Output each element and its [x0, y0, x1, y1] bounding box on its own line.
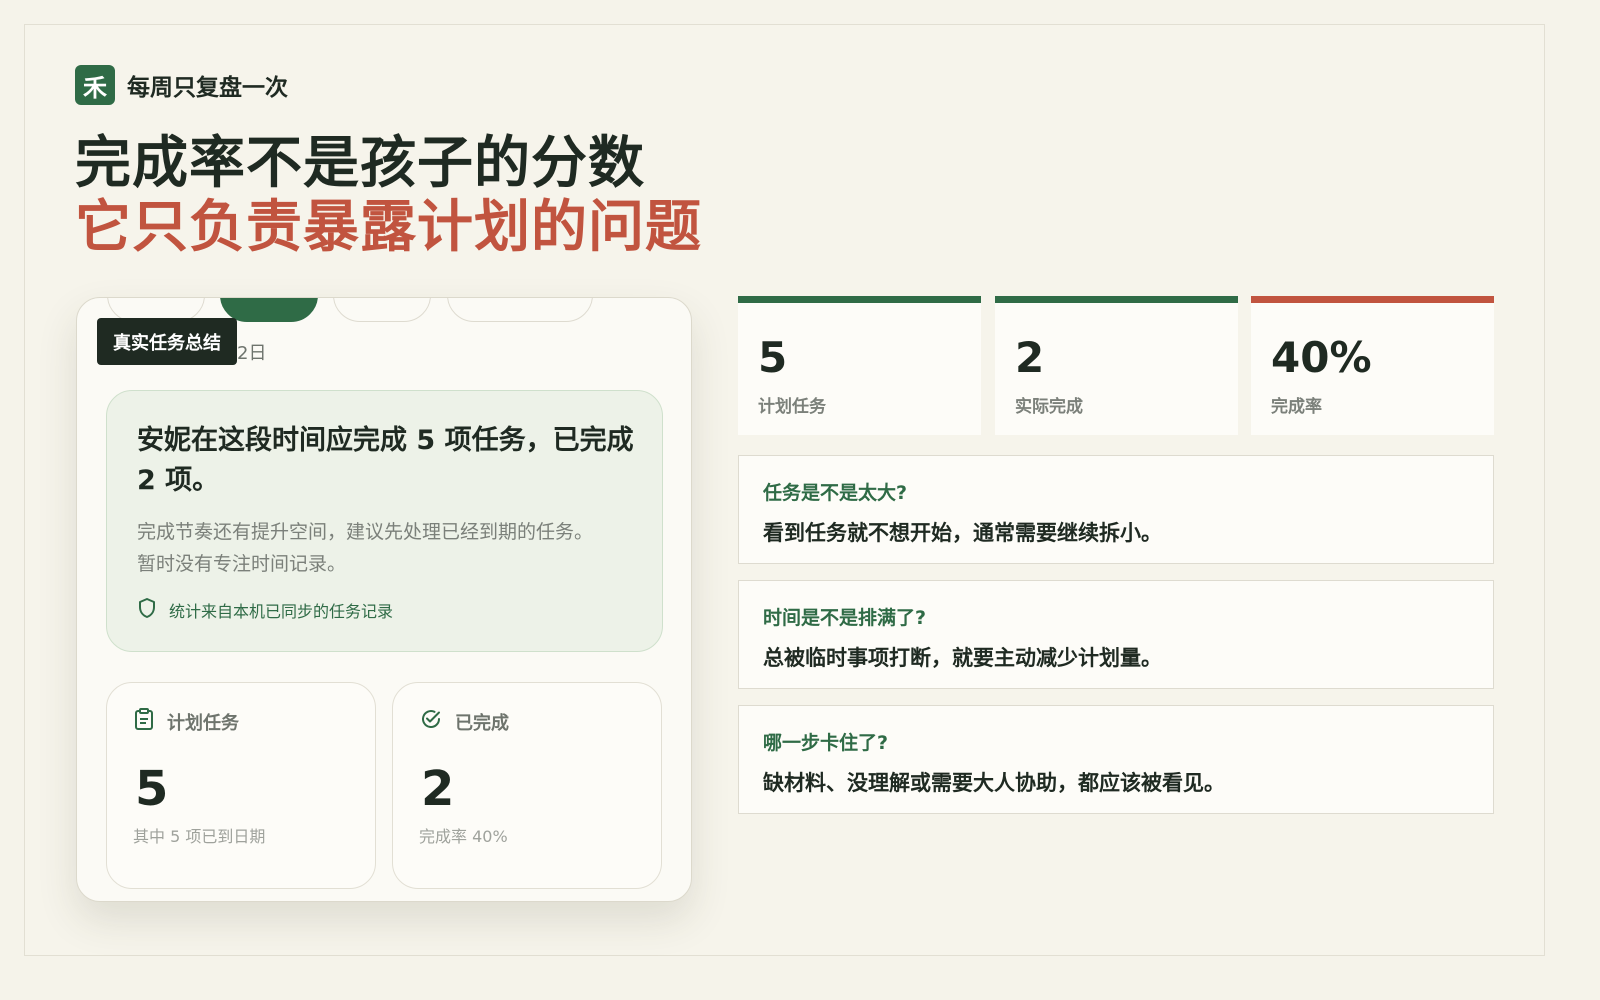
question-title: 哪一步卡住了? — [763, 732, 889, 754]
stat-header: 计划任务 — [133, 707, 239, 736]
question-body: 看到任务就不想开始，通常需要继续拆小。 — [763, 521, 1162, 545]
stat-card-planned: 计划任务 5 其中 5 项已到日期 — [106, 682, 376, 889]
summary-tag: 真实任务总结 — [97, 318, 237, 365]
summary-title: 安妮在这段时间应完成 5 项任务，已完成 2 项。 — [137, 425, 634, 496]
stat-label: 已完成 — [455, 712, 509, 734]
summary-note-text: 统计来自本机已同步的任务记录 — [169, 602, 394, 621]
summary-note: 统计来自本机已同步的任务记录 — [137, 597, 393, 623]
headline-line-1: 完成率不是孩子的分数 — [75, 131, 645, 196]
stat-header: 已完成 — [419, 707, 509, 736]
question-card: 时间是不是排满了? 总被临时事项打断，就要主动减少计划量。 — [738, 580, 1494, 689]
metric-rate: 40% 完成率 — [1251, 296, 1494, 435]
brand-logo: 禾 — [75, 65, 115, 105]
summary-card: 安妮在这段时间应完成 5 项任务，已完成 2 项。 完成节奏还有提升空间，建议先… — [106, 390, 663, 652]
stat-subtext: 完成率 40% — [419, 827, 508, 846]
stat-value: 2 — [421, 761, 455, 817]
shield-icon — [137, 597, 157, 623]
metric-completed: 2 实际完成 — [995, 296, 1238, 435]
metric-value: 40% — [1271, 333, 1372, 382]
question-title: 任务是不是太大? — [763, 482, 908, 504]
brand-name: 每周只复盘一次 — [127, 75, 288, 101]
headline-line-2: 它只负责暴露计划的问题 — [75, 195, 702, 260]
question-card: 任务是不是太大? 看到任务就不想开始，通常需要继续拆小。 — [738, 455, 1494, 564]
headline: 完成率不是孩子的分数 它只负责暴露计划的问题 — [75, 133, 702, 261]
check-circle-icon — [419, 707, 443, 736]
metric-label: 实际完成 — [1015, 397, 1083, 417]
brand: 禾 每周只复盘一次 — [75, 65, 288, 105]
filter-chip[interactable] — [333, 298, 431, 322]
question-body: 总被临时事项打断，就要主动减少计划量。 — [763, 646, 1162, 670]
metric-label: 计划任务 — [758, 397, 826, 417]
question-card: 哪一步卡住了? 缺材料、没理解或需要大人协助，都应该被看见。 — [738, 705, 1494, 814]
metric-value: 5 — [758, 333, 788, 382]
stat-subtext: 其中 5 项已到日期 — [133, 827, 266, 846]
summary-description: 完成节奏还有提升空间，建议先处理已经到期的任务。 暂时没有专注时间记录。 — [137, 521, 594, 575]
stat-card-completed: 已完成 2 完成率 40% — [392, 682, 662, 889]
clipboard-icon — [133, 707, 155, 736]
question-title: 时间是不是排满了? — [763, 607, 927, 629]
metric-planned: 5 计划任务 — [738, 296, 981, 435]
metric-label: 完成率 — [1271, 397, 1322, 417]
filter-chip[interactable] — [447, 298, 593, 322]
question-body: 缺材料、没理解或需要大人协助，都应该被看见。 — [763, 771, 1225, 795]
stat-label: 计划任务 — [167, 712, 239, 734]
phone-mockup: 2日 真实任务总结 安妮在这段时间应完成 5 项任务，已完成 2 项。 完成节奏… — [76, 297, 692, 902]
metric-value: 2 — [1015, 333, 1045, 382]
stat-value: 5 — [135, 761, 169, 817]
date-label: 2日 — [237, 343, 267, 364]
